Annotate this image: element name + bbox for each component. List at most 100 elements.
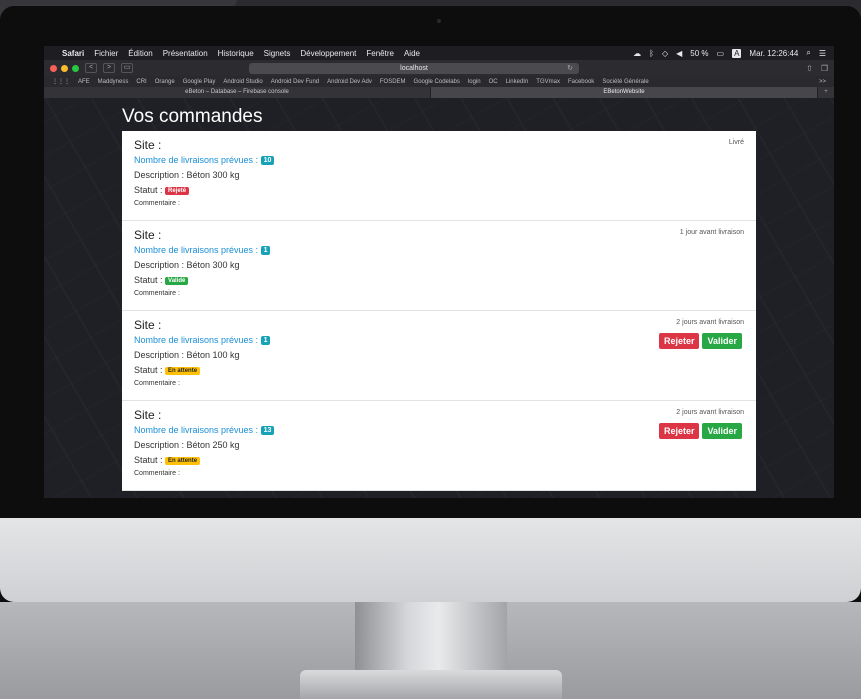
toolbar-right: ⇧ ❐ (806, 64, 828, 73)
order-description: Description : Béton 300 kg (134, 260, 240, 271)
window-controls (50, 64, 79, 72)
delivery-timing: 2 jours avant livraison (676, 319, 744, 326)
bookmark-item[interactable]: CRI (136, 79, 146, 85)
bookmark-item[interactable]: Orange (155, 79, 175, 85)
bookmark-item[interactable]: Google Codelabs (414, 79, 460, 85)
address-text: localhost (400, 64, 428, 72)
share-icon[interactable]: ⇧ (806, 64, 813, 73)
battery-icon[interactable]: ▭ (717, 49, 725, 58)
reload-icon[interactable]: ↻ (567, 63, 573, 74)
sidebar-icon[interactable]: ▭ (121, 63, 133, 73)
monitor-bezel: Safari Fichier Édition Présentation Hist… (0, 6, 861, 602)
page-content: Vos commandes Site : Nombre de livraison… (44, 98, 834, 498)
bookmark-item[interactable]: Société Générale (602, 79, 648, 85)
validate-button[interactable]: Valider (702, 333, 742, 349)
page-title: Vos commandes (122, 106, 263, 127)
order-status: Statut : Rejeté (134, 185, 744, 195)
deliveries-count-badge: 1 (260, 246, 271, 256)
menu-safari[interactable]: Safari (62, 49, 84, 58)
status-label: Statut : (134, 365, 163, 376)
delivery-timing: Livré (728, 139, 744, 146)
order-description: Description : Béton 250 kg (134, 440, 240, 451)
deliveries-label: Nombre de livraisons prévues : (134, 155, 259, 165)
bookmarks-grid-icon[interactable]: ⋮⋮⋮ (52, 78, 70, 85)
order-site-label: Site : (134, 408, 162, 422)
bookmark-item[interactable]: login (468, 79, 481, 85)
close-window-button[interactable] (50, 64, 57, 72)
deliveries-label: Nombre de livraisons prévues : (134, 425, 259, 435)
menu-presentation[interactable]: Présentation (163, 49, 208, 58)
address-bar[interactable]: localhost ↻ (249, 62, 579, 74)
menu-signets[interactable]: Signets (264, 49, 291, 58)
menu-aide[interactable]: Aide (404, 49, 420, 58)
order-deliveries: Nombre de livraisons prévues : 10 (134, 155, 744, 166)
order-site-label: Site : (134, 318, 162, 332)
order-card: Site : Nombre de livraisons prévues : 1 … (122, 221, 756, 311)
bookmark-item[interactable]: TGVmax (536, 79, 560, 85)
deliveries-label: Nombre de livraisons prévues : (134, 335, 259, 345)
order-deliveries: Nombre de livraisons prévues : 1 (134, 335, 744, 346)
order-card: Site : Nombre de livraisons prévues : 1 … (122, 311, 756, 401)
deliveries-count-badge: 13 (260, 426, 275, 436)
menu-status-area: ☁ ᛒ ◇ ◀ 50 % ▭ A Mar. 12:26:44 ⌕ ☰ (633, 48, 826, 58)
bluetooth-icon[interactable]: ᛒ (649, 49, 654, 58)
status-badge: En attente (165, 366, 201, 375)
volume-icon[interactable]: ◀ (676, 49, 682, 58)
status-badge: En attente (165, 456, 201, 465)
maximize-window-button[interactable] (72, 64, 79, 72)
tab-firebase-console[interactable]: eBeton – Database – Firebase console (44, 87, 431, 98)
menu-edition[interactable]: Édition (128, 49, 152, 58)
camera (437, 19, 441, 23)
order-site-label: Site : (134, 138, 162, 152)
bookmark-item[interactable]: Facebook (568, 79, 594, 85)
bookmark-item[interactable]: Android Studio (223, 79, 262, 85)
screen: Safari Fichier Édition Présentation Hist… (44, 46, 834, 498)
orders-list: Site : Nombre de livraisons prévues : 10… (122, 131, 756, 491)
bookmark-item[interactable]: Android Dev Adv (327, 79, 372, 85)
reject-button[interactable]: Rejeter (658, 333, 700, 349)
monitor-stand-base (300, 670, 562, 699)
validate-button[interactable]: Valider (702, 423, 742, 439)
menu-fichier[interactable]: Fichier (94, 49, 118, 58)
order-comment: Commentaire : (134, 380, 180, 388)
cloud-icon[interactable]: ☁ (633, 49, 641, 58)
menu-developpement[interactable]: Développement (300, 49, 356, 58)
bookmarks-bar: ⋮⋮⋮ AFE Maddyness CRI Orange Google Play… (44, 76, 834, 87)
search-icon[interactable]: ⌕ (806, 48, 810, 58)
back-button[interactable]: < (85, 63, 97, 73)
minimize-window-button[interactable] (61, 64, 68, 72)
bookmark-item[interactable]: Android Dev Fund (271, 79, 319, 85)
status-label: Statut : (134, 455, 163, 466)
tabs-overview-icon[interactable]: ❐ (821, 64, 828, 73)
forward-button[interactable]: > (103, 63, 115, 73)
deliveries-count-badge: 10 (260, 156, 275, 166)
status-badge: Validé (165, 276, 189, 285)
order-card: Site : Nombre de livraisons prévues : 13… (122, 401, 756, 491)
tab-ebeton-website[interactable]: EBetonWebsite (431, 87, 818, 98)
order-site-label: Site : (134, 228, 162, 242)
bookmark-item[interactable]: Google Play (183, 79, 216, 85)
bookmark-item[interactable]: AFE (78, 79, 90, 85)
status-label: Statut : (134, 185, 163, 196)
bookmark-item[interactable]: LinkedIn (506, 79, 529, 85)
battery-level[interactable]: 50 % (690, 49, 708, 58)
order-status: Statut : Validé (134, 275, 744, 285)
order-actions: Rejeter Valider (658, 333, 742, 349)
order-card: Site : Nombre de livraisons prévues : 10… (122, 131, 756, 221)
input-source-icon[interactable]: A (732, 48, 742, 58)
reject-button[interactable]: Rejeter (658, 423, 700, 439)
bookmark-item[interactable]: Maddyness (98, 79, 129, 85)
tab-bar: eBeton – Database – Firebase console EBe… (44, 87, 834, 98)
order-comment: Commentaire : (134, 290, 180, 298)
bookmark-item[interactable]: FOSDEM (380, 79, 406, 85)
new-tab-button[interactable]: + (818, 87, 834, 98)
wifi-icon[interactable]: ◇ (662, 49, 668, 58)
delivery-timing: 2 jours avant livraison (676, 409, 744, 416)
menu-fenetre[interactable]: Fenêtre (366, 49, 394, 58)
bookmarks-more-button[interactable]: >> (819, 79, 826, 85)
menu-historique[interactable]: Historique (218, 49, 254, 58)
bookmark-item[interactable]: OC (489, 79, 498, 85)
order-description: Description : Béton 300 kg (134, 170, 240, 181)
list-icon[interactable]: ☰ (819, 49, 826, 58)
clock[interactable]: Mar. 12:26:44 (749, 49, 798, 58)
